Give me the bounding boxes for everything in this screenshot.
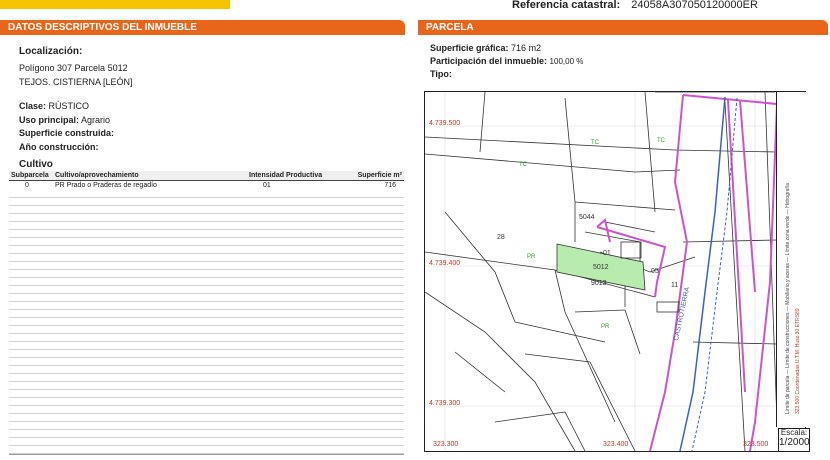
parcel-label-5012: 5012	[593, 264, 609, 271]
table-header-row: Subparcela Cultivo/aprovechamiento Inten…	[9, 171, 404, 181]
parcel-label-01: 01	[603, 250, 611, 257]
scale-value: 1/2000	[779, 437, 810, 448]
superficie-grafica-row: Superficie gráfica: 716 m2	[430, 42, 541, 54]
descriptive-data-header: DATOS DESCRIPTIVOS DEL INMUEBLE	[0, 20, 405, 35]
legend-text: Límite de parcela — Límite de construcci…	[785, 183, 791, 414]
cell-cultivo: PR Prado o Praderas de regadío	[55, 181, 157, 189]
cell-superficie: 716	[384, 181, 396, 189]
participacion-value: 100,00 %	[549, 57, 584, 66]
cultivo-table: Subparcela Cultivo/aprovechamiento Inten…	[9, 171, 404, 189]
map-drawing	[425, 92, 779, 451]
parcel-label-9013: 9013	[591, 280, 607, 287]
col-intensidad: Intensidad Productiva	[247, 171, 339, 181]
clase-row: Clase: RÚSTICO	[19, 100, 89, 112]
cell-intensidad: 01	[263, 181, 271, 189]
crop-label-tc-3: TC	[519, 162, 527, 168]
coord-x-left: 323.300	[433, 441, 459, 448]
legend-note: 323.500 Coordenadas U.T.M. Huso 30 ETRS8…	[795, 308, 801, 414]
uso-row: Uso principal: Agrario	[19, 114, 110, 126]
superficie-construida-label: Superficie construida:	[19, 128, 115, 138]
scale-label: Escala:	[780, 428, 808, 437]
superficie-grafica-value: 716 m2	[511, 43, 542, 53]
table-row: 0 PR Prado o Praderas de regadío 01 716	[9, 181, 404, 190]
cell-subparcela: 0	[25, 181, 29, 189]
cadastral-map[interactable]: 4.739.500 4.739.400 4.739.300 323.300 32…	[424, 91, 806, 452]
map-legend: Límite de parcela — Límite de construcci…	[776, 92, 806, 427]
crop-label-pr-2: PR	[601, 324, 610, 330]
participacion-label: Participación del inmueble:	[430, 56, 548, 66]
parcel-label-11: 11	[671, 282, 679, 289]
reference-value: 24058A307050120000ER	[631, 0, 758, 11]
crop-label-tc: TC	[591, 140, 599, 146]
empty-table-lines	[9, 190, 404, 455]
col-superficie: Superficie m²	[339, 171, 404, 181]
top-accent-bar	[0, 0, 230, 9]
cadastral-reference: Referencia catastral: 24058A307050120000…	[512, 0, 758, 11]
location-line-2: TEJOS. CISTIERNA [LEÓN]	[19, 77, 133, 87]
clase-label: Clase:	[19, 101, 47, 111]
clase-value: RÚSTICO	[48, 101, 90, 111]
coord-y-bottom: 4.739.300	[429, 400, 461, 407]
location-label: Localización:	[19, 46, 83, 57]
parcel-label-28: 28	[497, 234, 505, 241]
coord-x-mid: 323.400	[603, 441, 629, 448]
parcel-label-05: 05	[651, 268, 659, 275]
crop-label-tc-2: TC	[657, 138, 665, 144]
crop-label-pr: PR	[527, 254, 536, 260]
parcela-header: PARCELA	[418, 20, 828, 35]
participacion-row: Participación del inmueble: 100,00 %	[430, 55, 583, 68]
location-line-1: Polígono 307 Parcela 5012	[19, 63, 128, 73]
uso-label: Uso principal:	[19, 115, 80, 125]
tipo-label: Tipo:	[430, 69, 452, 79]
coord-x-right: 323.500	[743, 441, 769, 448]
coord-y-mid: 4.739.400	[429, 260, 461, 267]
parcel-label-5044: 5044	[579, 214, 595, 221]
coord-y-top: 4.739.500	[429, 120, 461, 127]
cultivo-title: Cultivo	[19, 159, 53, 170]
col-cultivo: Cultivo/aprovechamiento	[53, 171, 247, 181]
uso-value: Agrario	[81, 115, 111, 125]
map-scale: Escala: 1/2000	[778, 428, 810, 452]
superficie-grafica-label: Superficie gráfica:	[430, 43, 509, 53]
anio-construccion-label: Año construcción:	[19, 142, 99, 152]
reference-label: Referencia catastral:	[512, 0, 621, 11]
col-subparcela: Subparcela	[9, 171, 53, 181]
